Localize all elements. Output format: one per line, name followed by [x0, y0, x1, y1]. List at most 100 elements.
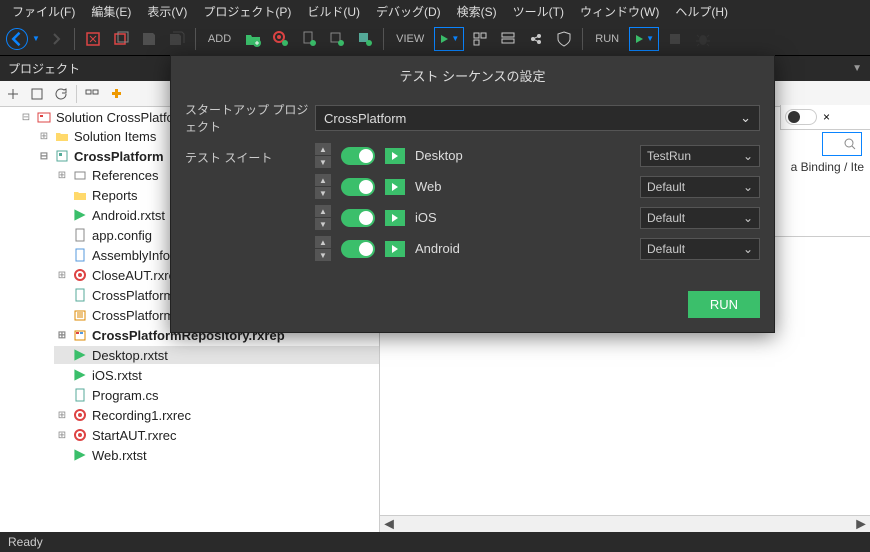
suite-name: iOS — [415, 210, 630, 225]
menu-view[interactable]: 表示(V) — [139, 3, 195, 20]
suite-row: ▲▼ Android Default⌄ — [315, 236, 760, 261]
suite-config-select[interactable]: TestRun⌄ — [640, 145, 760, 167]
move-up-button[interactable]: ▲ — [315, 143, 331, 155]
tree-item[interactable]: CrossPlatform — [92, 308, 174, 323]
tree-item[interactable]: CrossPlatform — [92, 288, 174, 303]
suite-toggle[interactable] — [341, 240, 375, 258]
ptb-properties-icon[interactable] — [28, 85, 46, 103]
play-icon — [385, 148, 405, 164]
suite-config-select[interactable]: Default⌄ — [640, 238, 760, 260]
add-record-button[interactable] — [269, 27, 293, 51]
suite-config-select[interactable]: Default⌄ — [640, 176, 760, 198]
run-button[interactable]: RUN — [688, 291, 760, 318]
ptb-puzzle-icon[interactable] — [107, 85, 125, 103]
menu-help[interactable]: ヘルプ(H) — [667, 3, 736, 20]
tree-root[interactable]: Solution CrossPlatform — [56, 110, 189, 125]
menu-build[interactable]: ビルド(U) — [299, 3, 368, 20]
chevron-down-icon: ⌄ — [743, 180, 753, 194]
binding-text: a Binding / Ite — [791, 160, 864, 174]
main-toolbar: ▼ ADD VIEW ▼ RUN ▼ — [0, 22, 870, 56]
tree-item[interactable]: CrossPlatform — [74, 149, 164, 164]
tree-item[interactable]: Web.rxtst — [92, 448, 147, 463]
tree-item[interactable]: Desktop.rxtst — [92, 348, 168, 363]
status-text: Ready — [8, 535, 43, 549]
tree-item[interactable]: Recording1.rxrec — [92, 408, 191, 423]
nav-back-button[interactable] — [6, 28, 28, 50]
move-up-button[interactable]: ▲ — [315, 236, 331, 248]
move-down-button[interactable]: ▼ — [315, 218, 331, 230]
nav-forward-button[interactable] — [44, 27, 68, 51]
move-up-button[interactable]: ▲ — [315, 205, 331, 217]
tree-item[interactable]: References — [92, 168, 158, 183]
menu-search[interactable]: 検索(S) — [449, 3, 505, 20]
suite-toggle[interactable] — [341, 209, 375, 227]
ptb-show-all-icon[interactable] — [83, 85, 101, 103]
suite-toggle[interactable] — [341, 178, 375, 196]
suite-config-select[interactable]: Default⌄ — [640, 207, 760, 229]
suite-toggle[interactable] — [341, 147, 375, 165]
stop-button[interactable] — [663, 27, 687, 51]
view-play-button[interactable]: ▼ — [434, 27, 464, 51]
save-all-button[interactable] — [165, 27, 189, 51]
tree-item[interactable]: Solution Items — [74, 129, 156, 144]
menu-window[interactable]: ウィンドウ(W) — [572, 3, 667, 20]
project-panel-title: プロジェクト — [8, 60, 80, 77]
move-down-button[interactable]: ▼ — [315, 249, 331, 261]
ptb-refresh-icon[interactable] — [52, 85, 70, 103]
menu-project[interactable]: プロジェクト(P) — [195, 3, 299, 20]
chevron-down-icon: ⌄ — [743, 149, 753, 163]
search-box[interactable] — [822, 132, 862, 156]
binding-label: × — [823, 110, 830, 124]
play-icon — [385, 210, 405, 226]
save-button[interactable] — [137, 27, 161, 51]
shield-icon[interactable] — [552, 27, 576, 51]
play-icon — [385, 179, 405, 195]
menu-debug[interactable]: デバッグ(D) — [368, 3, 449, 20]
add-repo-button[interactable] — [353, 27, 377, 51]
binding-toggle[interactable] — [785, 109, 817, 125]
tb-icon-2[interactable] — [109, 27, 133, 51]
view-icon-3[interactable] — [524, 27, 548, 51]
chevron-down-icon: ⌄ — [743, 211, 753, 225]
add-folder-button[interactable] — [241, 27, 265, 51]
scroll-left-icon[interactable]: ◄ — [380, 516, 398, 534]
suite-row: ▲▼ iOS Default⌄ — [315, 205, 760, 230]
status-bar: Ready — [0, 532, 870, 552]
dialog-title: テスト シーケンスの設定 — [171, 56, 774, 95]
view-label: VIEW — [390, 33, 430, 45]
add-module-button[interactable] — [325, 27, 349, 51]
bug-icon[interactable] — [691, 27, 715, 51]
add-doc-button[interactable] — [297, 27, 321, 51]
move-down-button[interactable]: ▼ — [315, 156, 331, 168]
suite-name: Web — [415, 179, 630, 194]
add-label: ADD — [202, 33, 237, 45]
tree-item[interactable]: CloseAUT.rxrec — [92, 268, 182, 283]
suite-row: ▲▼ Web Default⌄ — [315, 174, 760, 199]
tree-item[interactable]: iOS.rxtst — [92, 368, 142, 383]
menu-file[interactable]: ファイル(F) — [4, 3, 83, 20]
ptb-collapse-icon[interactable] — [4, 85, 22, 103]
tb-icon-1[interactable] — [81, 27, 105, 51]
suite-name: Android — [415, 241, 630, 256]
startup-project-label: スタートアップ プロジェクト — [185, 101, 315, 135]
horizontal-scrollbar[interactable]: ◄ ► — [380, 515, 870, 533]
menu-bar: ファイル(F) 編集(E) 表示(V) プロジェクト(P) ビルド(U) デバッ… — [0, 0, 870, 22]
tree-item[interactable]: StartAUT.rxrec — [92, 428, 177, 443]
move-up-button[interactable]: ▲ — [315, 174, 331, 186]
move-down-button[interactable]: ▼ — [315, 187, 331, 199]
startup-project-select[interactable]: CrossPlatform⌄ — [315, 105, 760, 131]
tree-item[interactable]: AssemblyInfo — [92, 248, 170, 263]
tree-item[interactable]: Program.cs — [92, 388, 158, 403]
play-icon — [385, 241, 405, 257]
menu-tools[interactable]: ツール(T) — [505, 3, 572, 20]
menu-edit[interactable]: 編集(E) — [83, 3, 139, 20]
panel-dropdown-icon[interactable]: ▼ — [852, 63, 862, 74]
view-icon-1[interactable] — [468, 27, 492, 51]
view-icon-2[interactable] — [496, 27, 520, 51]
scroll-right-icon[interactable]: ► — [852, 516, 870, 534]
tree-item[interactable]: app.config — [92, 228, 152, 243]
run-play-button[interactable]: ▼ — [629, 27, 659, 51]
binding-strip: × × — [780, 105, 870, 130]
tree-item[interactable]: Reports — [92, 188, 138, 203]
tree-item[interactable]: Android.rxtst — [92, 208, 165, 223]
